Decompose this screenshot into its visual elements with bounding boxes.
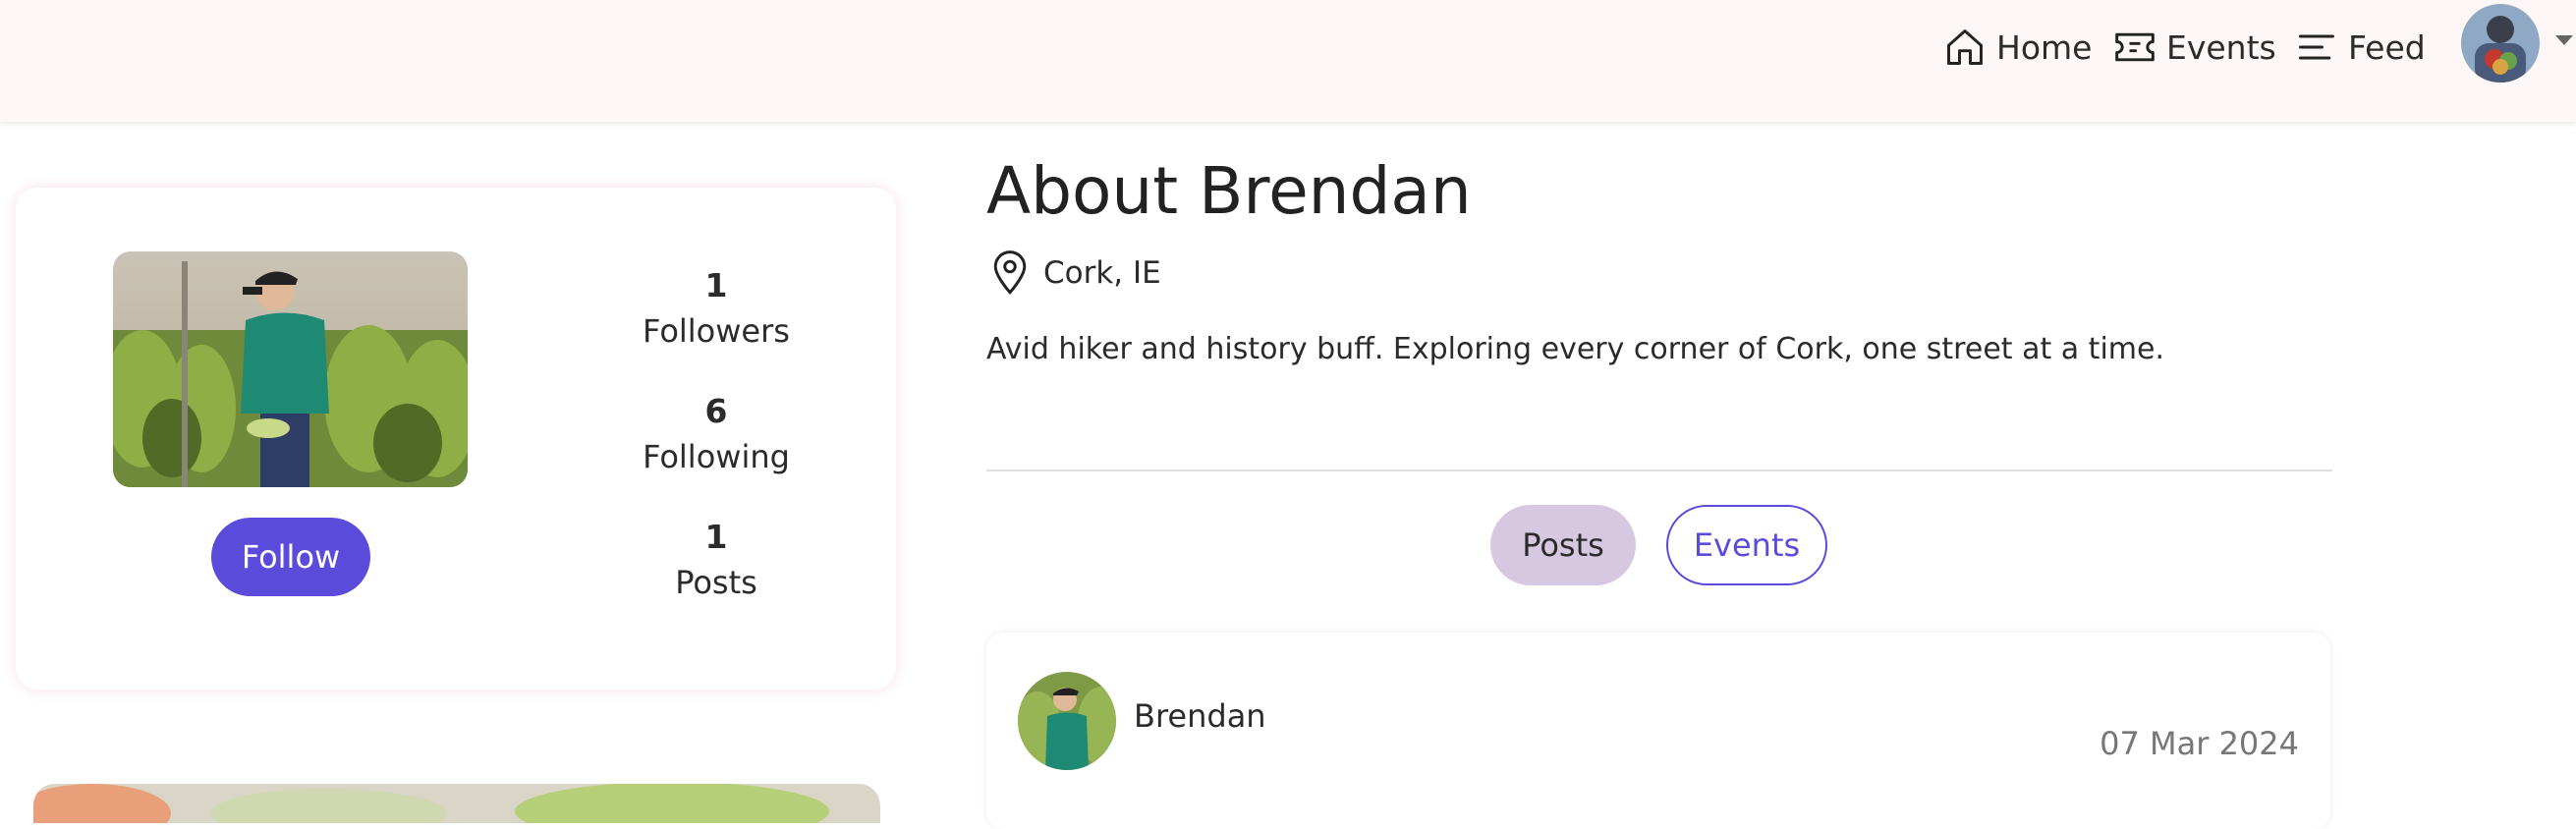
posts-stat[interactable]: 1 Posts [579,515,854,605]
profile-photo [113,251,468,487]
followers-count: 1 [704,266,728,304]
feed-lines-icon [2299,34,2334,60]
location-row: Cork, IE [990,248,1161,299]
following-count: 6 [704,392,728,430]
profile-card: Follow 1 Followers 6 Following 1 Posts [16,188,896,690]
nav-events-label: Events [2166,28,2276,67]
nav-home-label: Home [1996,28,2093,67]
profile-bio: Avid hiker and history buff. Exploring e… [986,332,2164,366]
posts-label: Posts [675,564,757,601]
nav-feed-label: Feed [2348,28,2426,67]
section-divider [986,470,2332,471]
user-avatar-menu[interactable] [2461,4,2540,83]
secondary-card-image [33,784,880,823]
nav-events-link[interactable]: Events [2113,20,2276,75]
chevron-down-icon[interactable] [2555,35,2573,45]
post-author-avatar[interactable] [1018,672,1116,770]
following-label: Following [643,438,790,475]
nav-home-link[interactable]: Home [1943,20,2092,75]
top-navbar: Home Events Feed [0,0,2576,122]
map-pin-icon [993,250,1027,295]
post-date: 07 Mar 2024 [2100,725,2299,762]
page-title: About Brendan [986,153,1472,229]
home-icon [1947,29,1983,65]
ticket-icon [2115,32,2155,62]
post-author-name[interactable]: Brendan [1134,697,1266,735]
post-card[interactable]: Brendan 07 Mar 2024 [986,633,2330,829]
avatar-image [2461,4,2540,83]
tab-posts[interactable]: Posts [1490,505,1636,585]
posts-count: 1 [704,518,728,556]
location-text: Cork, IE [1043,255,1161,291]
follow-button[interactable]: Follow [211,518,370,596]
followers-stat[interactable]: 1 Followers [579,263,854,354]
followers-label: Followers [643,312,790,350]
tab-events[interactable]: Events [1666,505,1827,585]
following-stat[interactable]: 6 Following [579,389,854,479]
nav-feed-link[interactable]: Feed [2295,20,2426,75]
